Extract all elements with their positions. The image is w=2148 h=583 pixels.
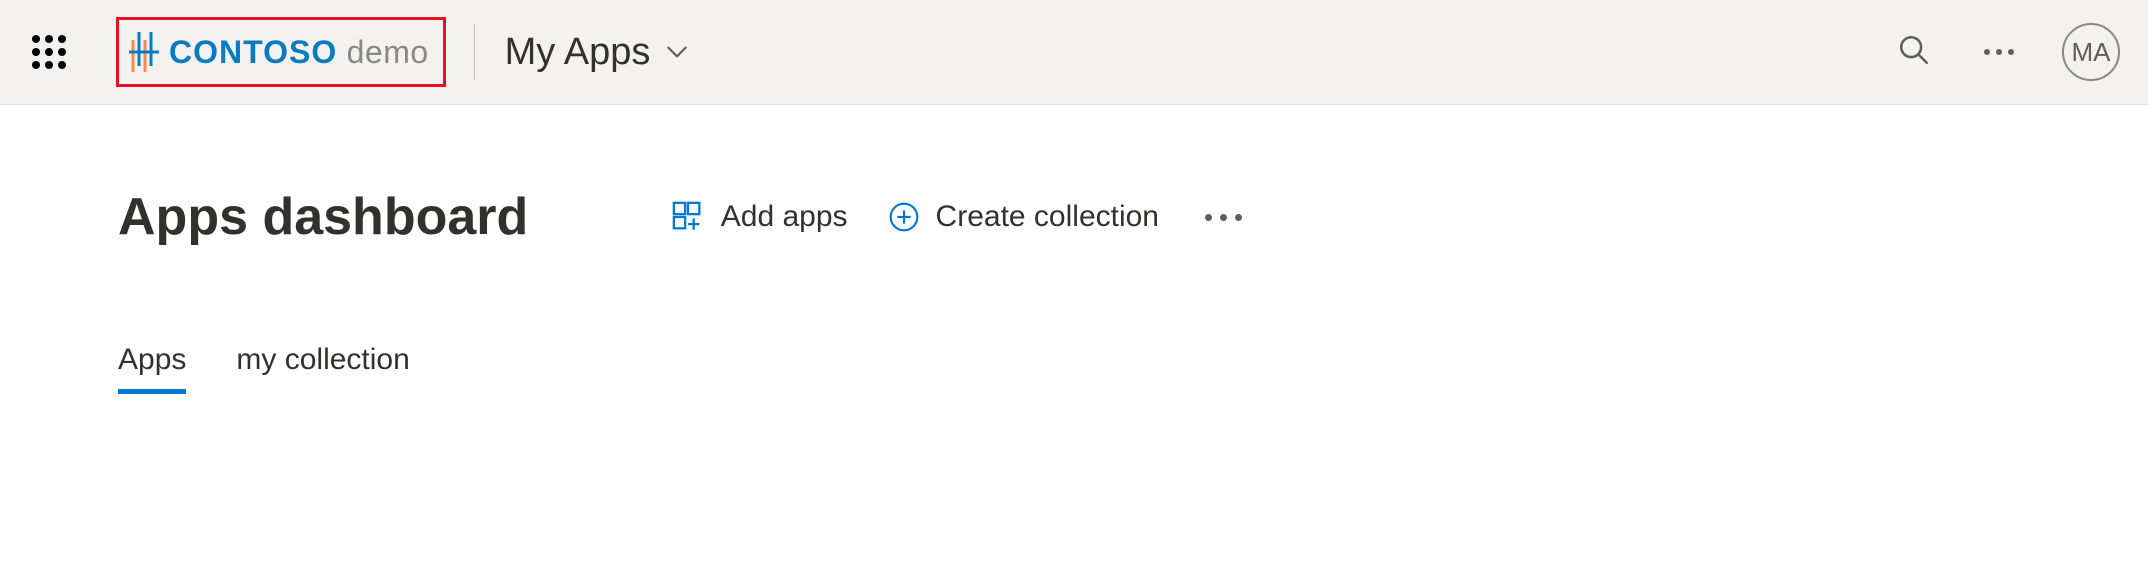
page-header-row: Apps dashboard Add apps — [118, 187, 1258, 247]
app-launcher-icon[interactable] — [28, 31, 70, 73]
avatar-initials: MA — [2072, 37, 2111, 68]
tab-my-collection[interactable]: my collection — [236, 343, 409, 394]
tab-label: Apps — [118, 343, 186, 376]
chevron-down-icon — [664, 39, 690, 65]
create-collection-button[interactable]: Create collection — [888, 200, 1159, 234]
page-more-button[interactable] — [1199, 214, 1248, 221]
top-bar: CONTOSO demo My Apps MA — [0, 0, 2148, 105]
tab-apps[interactable]: Apps — [118, 343, 186, 394]
app-dropdown[interactable]: My Apps — [505, 31, 691, 74]
brand-text: CONTOSO demo — [169, 34, 429, 71]
app-dropdown-label: My Apps — [505, 31, 651, 74]
dot-icon — [1220, 214, 1227, 221]
create-collection-label: Create collection — [936, 200, 1159, 234]
dot-icon — [1205, 214, 1212, 221]
dot-icon — [1984, 49, 1990, 55]
brand-suffix: demo — [347, 34, 429, 70]
search-icon — [1897, 33, 1931, 72]
dot-icon — [2008, 49, 2014, 55]
main-content: Apps dashboard Add apps — [0, 105, 2148, 394]
header-more-button[interactable] — [1984, 49, 2014, 55]
brand-name: CONTOSO — [169, 34, 337, 70]
dot-icon — [1996, 49, 2002, 55]
top-actions: MA — [1892, 23, 2120, 81]
grid-plus-icon — [671, 200, 705, 234]
plus-circle-icon — [888, 201, 920, 233]
tab-label: my collection — [236, 343, 409, 376]
tabs: Apps my collection — [118, 343, 2148, 394]
add-apps-label: Add apps — [721, 200, 848, 234]
search-button[interactable] — [1892, 30, 1936, 74]
divider — [474, 24, 475, 80]
page-title: Apps dashboard — [118, 187, 528, 247]
dot-icon — [1235, 214, 1242, 221]
user-avatar[interactable]: MA — [2062, 23, 2120, 81]
brand-logo-box: CONTOSO demo — [116, 17, 446, 87]
add-apps-button[interactable]: Add apps — [671, 200, 848, 234]
page-actions: Add apps Create collection — [671, 200, 1248, 234]
brand-mark-icon — [129, 32, 159, 72]
